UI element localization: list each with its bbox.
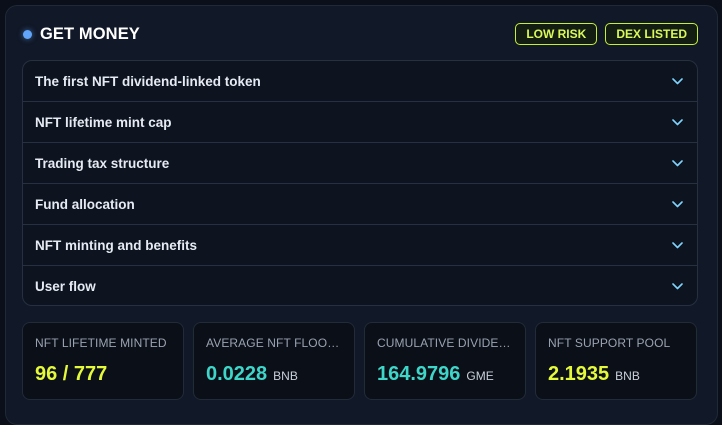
accordion-item-label: User flow [35,279,96,294]
stat-unit: GME [466,369,494,383]
chevron-down-icon[interactable] [671,157,683,169]
accordion-item-label: Fund allocation [35,196,135,212]
get-money-panel: GET MONEY LOW RISK DEX LISTED The first … [5,5,718,425]
stats-row: NFT LIFETIME MINTED 96 / 777 AVERAGE NFT… [22,322,697,400]
panel-title: GET MONEY [40,24,140,43]
stat-card-lifetime-minted: NFT LIFETIME MINTED 96 / 777 [22,322,184,400]
accordion-item-label: The first NFT dividend-linked token [35,73,261,89]
stat-label: CUMULATIVE DIVIDENDS [377,336,513,350]
dex-listed-badge: DEX LISTED [605,23,698,45]
accordion-item-minting-benefits[interactable]: NFT minting and benefits [23,225,697,266]
stat-value: 2.1935 [548,363,610,385]
accordion-item-fund-allocation[interactable]: Fund allocation [23,184,697,225]
stat-card-floor-price: AVERAGE NFT FLOOR PRICE 0.0228 BNB [193,322,355,400]
chevron-down-icon[interactable] [671,239,683,251]
accordion-item-label: NFT minting and benefits [35,237,197,253]
stat-value: 164.9796 [377,363,461,385]
panel-header: GET MONEY LOW RISK DEX LISTED [23,23,698,45]
stat-label: NFT LIFETIME MINTED [35,336,167,350]
chevron-down-icon[interactable] [671,198,683,210]
accordion-item-user-flow[interactable]: User flow [23,266,697,305]
stat-unit: BNB [273,369,298,383]
stat-unit: BNB [615,369,640,383]
accordion-item-label: NFT lifetime mint cap [35,114,172,130]
status-dot-icon [23,29,32,39]
accordion-item-label: Trading tax structure [35,155,170,171]
badge-group: LOW RISK DEX LISTED [515,23,698,45]
stat-value: 96 / 777 [35,363,108,385]
accordion-item-mint-cap[interactable]: NFT lifetime mint cap [23,102,697,143]
stat-value: 0.0228 [206,363,268,385]
accordion-item-dividend-token[interactable]: The first NFT dividend-linked token [23,61,697,102]
low-risk-badge: LOW RISK [515,23,598,45]
stat-card-support-pool: NFT SUPPORT POOL 2.1935 BNB [535,322,697,400]
chevron-down-icon[interactable] [671,116,683,128]
stat-card-cumulative-dividends: CUMULATIVE DIVIDENDS 164.9796 GME [364,322,526,400]
chevron-down-icon[interactable] [671,281,683,293]
chevron-down-icon[interactable] [671,75,683,87]
stat-label: AVERAGE NFT FLOOR PRICE [206,336,342,350]
accordion-item-tax-structure[interactable]: Trading tax structure [23,143,697,184]
info-accordion: The first NFT dividend-linked token NFT … [22,60,698,306]
stat-label: NFT SUPPORT POOL [548,336,671,350]
